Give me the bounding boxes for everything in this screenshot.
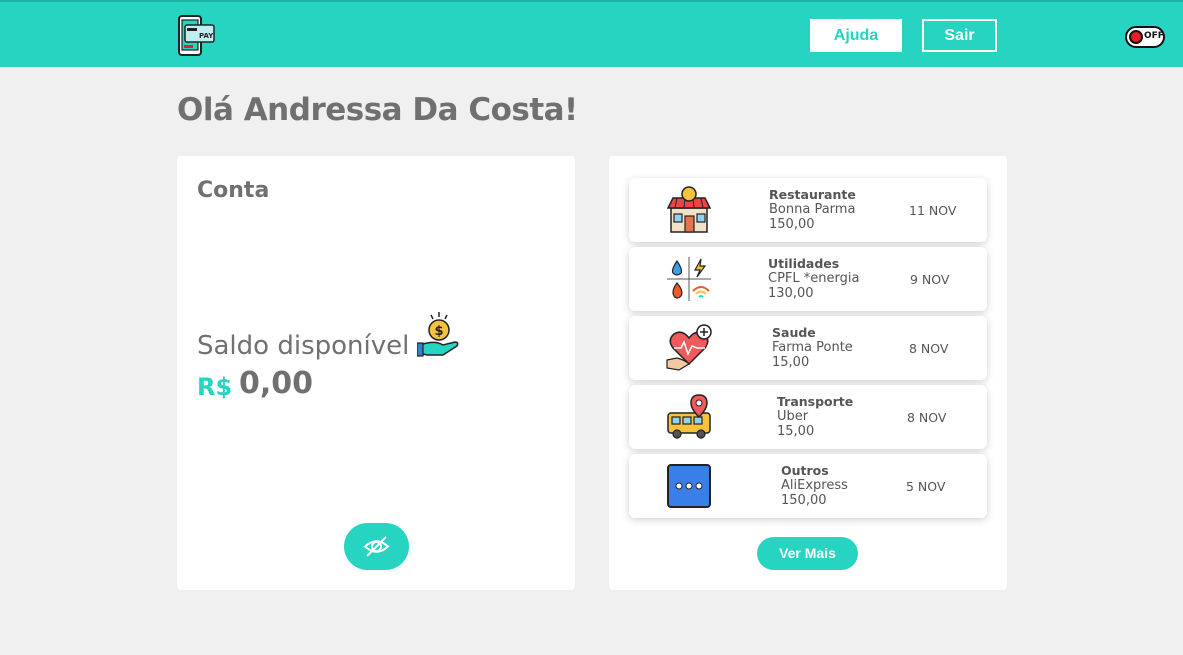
transaction-date: 9 NOV bbox=[910, 272, 950, 287]
transaction-date: 8 NOV bbox=[907, 410, 947, 425]
money-hand-icon: $ bbox=[417, 312, 459, 357]
greeting-title: Olá Andressa Da Costa! bbox=[177, 92, 578, 128]
exit-button[interactable]: Sair bbox=[922, 19, 997, 52]
balance-amount: 0,00 bbox=[239, 366, 314, 401]
restaurant-icon bbox=[666, 186, 712, 233]
account-card: Conta Saldo disponível $ R$ 0,00 bbox=[177, 156, 575, 590]
transaction-details: Transporte Uber 15,00 bbox=[777, 394, 853, 439]
svg-text:$: $ bbox=[435, 324, 444, 339]
toggle-label: OFF bbox=[1144, 31, 1164, 41]
more-icon bbox=[667, 464, 711, 508]
transaction-item[interactable]: Transporte Uber 15,00 8 NOV bbox=[629, 385, 987, 449]
transaction-details: Saude Farma Ponte 15,00 bbox=[772, 325, 853, 370]
transaction-date: 11 NOV bbox=[909, 203, 957, 218]
transaction-merchant: CPFL *energia bbox=[768, 271, 860, 286]
utilities-icon bbox=[667, 257, 711, 301]
transaction-category: Saude bbox=[772, 325, 816, 340]
account-title: Conta bbox=[197, 178, 270, 203]
transaction-item[interactable]: Utilidades CPFL *energia 130,00 9 NOV bbox=[629, 247, 987, 311]
help-button[interactable]: Ajuda bbox=[810, 19, 902, 52]
transaction-value: 15,00 bbox=[777, 424, 815, 439]
transaction-merchant: Uber bbox=[777, 409, 809, 424]
transaction-merchant: Bonna Parma bbox=[769, 202, 856, 217]
transaction-merchant: AliExpress bbox=[781, 478, 848, 493]
power-toggle[interactable]: OFF bbox=[1125, 26, 1165, 48]
toggle-knob bbox=[1129, 30, 1143, 44]
transaction-item[interactable]: Restaurante Bonna Parma 150,00 11 NOV bbox=[629, 178, 987, 242]
see-more-button[interactable]: Ver Mais bbox=[757, 537, 858, 570]
pay-logo[interactable]: PAY bbox=[177, 15, 217, 57]
transactions-card: Restaurante Bonna Parma 150,00 11 NOV Ut… bbox=[609, 156, 1007, 590]
transaction-value: 150,00 bbox=[781, 493, 827, 508]
eye-slash-icon bbox=[363, 536, 390, 557]
transaction-category: Restaurante bbox=[769, 187, 856, 202]
transaction-value: 130,00 bbox=[768, 286, 814, 301]
bus-icon bbox=[667, 394, 711, 439]
transaction-item[interactable]: Outros AliExpress 150,00 5 NOV bbox=[629, 454, 987, 518]
transaction-details: Utilidades CPFL *energia 130,00 bbox=[768, 256, 859, 301]
balance-label: Saldo disponível bbox=[197, 331, 410, 361]
transaction-category: Utilidades bbox=[768, 256, 840, 271]
currency-symbol: R$ bbox=[197, 373, 233, 401]
transaction-merchant: Farma Ponte bbox=[772, 340, 853, 355]
transaction-details: Outros AliExpress 150,00 bbox=[781, 463, 848, 508]
transaction-date: 8 NOV bbox=[909, 341, 949, 356]
transaction-value: 150,00 bbox=[769, 217, 815, 232]
transaction-details: Restaurante Bonna Parma 150,00 bbox=[769, 187, 856, 232]
transaction-category: Outros bbox=[781, 463, 829, 478]
transaction-value: 15,00 bbox=[772, 355, 810, 370]
transaction-item[interactable]: Saude Farma Ponte 15,00 8 NOV bbox=[629, 316, 987, 380]
health-icon bbox=[666, 324, 712, 371]
svg-text:PAY: PAY bbox=[199, 32, 214, 40]
transaction-category: Transporte bbox=[777, 394, 854, 409]
top-bar: PAY Ajuda Sair OFF bbox=[0, 0, 1183, 67]
transaction-date: 5 NOV bbox=[906, 479, 946, 494]
toggle-balance-visibility-button[interactable] bbox=[344, 523, 409, 570]
